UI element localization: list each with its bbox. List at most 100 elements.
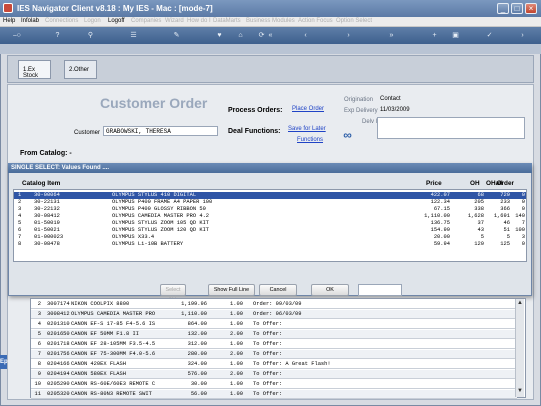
line-code: 0201718: [47, 341, 70, 347]
place-order-link[interactable]: Place Order: [292, 106, 324, 112]
back-icon[interactable]: «: [266, 31, 275, 40]
show-full-line-button[interactable]: Show Full Line: [208, 284, 255, 296]
item-order: 140: [515, 213, 525, 219]
order-line-row[interactable]: 2 3007174 NIKON COOLPIX 8800 1,199.96 1.00 Or…: [31, 300, 517, 309]
line-price: 312.00: [187, 341, 207, 347]
order-lines-grid: 2 3007174 NIKON COOLPIX 8800 1,199.96 1.00 Or…: [30, 298, 526, 399]
order-line-row[interactable]: 10 0205290 CANON RS-60E/60E3 REMOTE C 30.00…: [31, 380, 517, 389]
order-line-row[interactable]: 9 0204194 CANON 580EX FLASH 576.00 2.00 To Of…: [31, 370, 517, 379]
list-icon[interactable]: ☰: [129, 31, 138, 40]
line-quantity: 2.00: [230, 371, 243, 377]
edit-icon[interactable]: ✎: [172, 31, 181, 40]
item-description: OLYMPUS Li-10B BATTERY: [112, 241, 184, 247]
next-icon[interactable]: ›: [518, 31, 527, 40]
menu-logoff[interactable]: Logoff: [108, 18, 125, 24]
row-number: 7: [18, 234, 22, 240]
functions-link[interactable]: Functions: [297, 137, 323, 143]
delivery-instructions-field[interactable]: [377, 117, 525, 139]
customer-field[interactable]: GRABOWSKI, THERESA: [103, 126, 218, 136]
order-line-row[interactable]: 7 0201756 CANON EF 75-300MM F4.0-5.6 280.00…: [31, 350, 517, 359]
item-price: 422.07: [430, 192, 450, 198]
line-note: To Offer:: [253, 331, 283, 337]
order-line-row[interactable]: 11 0205320 CANON RS-80N3 REMOTE SWIT 56.00 1…: [31, 390, 517, 399]
row-number: 6: [18, 227, 22, 233]
column-header-oh: OH: [470, 180, 480, 187]
maximize-button[interactable]: □: [511, 3, 523, 14]
line-note: To Offer:: [253, 321, 283, 327]
line-note: To Offer:: [253, 351, 283, 357]
item-code: 30-08412: [34, 213, 60, 219]
line-description: NIKON COOLPIX 8800: [71, 301, 130, 307]
menu-connections[interactable]: Connections: [45, 18, 78, 24]
menu-datamarts[interactable]: DataMarts: [213, 18, 241, 24]
row-number: 1: [18, 192, 22, 198]
menu-action-focus[interactable]: Action Focus: [298, 18, 333, 24]
line-note: To Offer:: [253, 391, 283, 397]
line-description: CANON 420EX FLASH: [71, 361, 126, 367]
ok-button[interactable]: OK: [311, 284, 349, 296]
quantity-input[interactable]: [358, 284, 402, 296]
save-icon[interactable]: ▣: [451, 31, 460, 40]
result-row[interactable]: 4 30-08412 OLYMPUS CAMEDIA MASTER PRO 4.2 1…: [14, 213, 526, 220]
result-row[interactable]: 5 01-50019 OLYMPUS STYLUS ZOOM 105 QD KIT 1…: [14, 220, 526, 227]
scroll-up-arrow-icon[interactable]: ▲: [516, 299, 524, 307]
result-row[interactable]: 6 01-50021 OLYMPUS STYLUS ZOOM 120 QD KIT 1…: [14, 227, 526, 234]
order-line-row[interactable]: 6 0201718 CANON EF 28-105MM F3.5-4.5 312.00…: [31, 340, 517, 349]
select-all-button[interactable]: Select ALL: [160, 284, 186, 303]
exp-delivery-value[interactable]: 11/03/2009: [380, 107, 410, 113]
order-line-row[interactable]: 5 0201650 CANON EF 50MM F1.8 II 132.00 2.00 T…: [31, 330, 517, 339]
order-line-row[interactable]: 8 0204166 CANON 420EX FLASH 324.00 1.00 To Of…: [31, 360, 517, 369]
result-row[interactable]: 1 30-00064 OLYMPUS STYLUS 410 DIGITAL 422.0…: [14, 192, 526, 199]
tab-other[interactable]: 2.Other: [64, 60, 97, 79]
forward-icon[interactable]: »: [387, 31, 396, 40]
order-line-row[interactable]: 4 0201310 CANON EF-S 17-85 F4-5.6 IS 864.00…: [31, 320, 517, 329]
tab-ex-stock[interactable]: 1.Ex Stock: [18, 60, 51, 79]
result-row[interactable]: 3 30-22132 OLYMPUS P400 GLOSSY RIBBON 50 67…: [14, 206, 526, 213]
confirm-icon[interactable]: ✓: [485, 31, 494, 40]
close-button[interactable]: ×: [525, 3, 537, 14]
menu-wizard[interactable]: Wizard: [165, 18, 184, 24]
menu-logon[interactable]: Logon: [84, 18, 101, 24]
grid-scrollbar[interactable]: ▲ ▼: [515, 299, 524, 397]
menu-infolab[interactable]: Infolab: [21, 18, 39, 24]
add-icon[interactable]: +: [430, 31, 439, 40]
refresh-icon[interactable]: ⟳: [257, 31, 266, 40]
result-row[interactable]: 8 30-08478 OLYMPUS Li-10B BATTERY 59.94 120 1…: [14, 241, 526, 248]
line-price: 56.00: [190, 391, 207, 397]
favorite-icon[interactable]: ♥: [215, 31, 224, 40]
item-price: 1,110.00: [424, 213, 450, 219]
line-note: To Offer:: [253, 341, 283, 347]
item-order: 0: [521, 192, 525, 198]
cancel-button[interactable]: Cancel: [259, 284, 297, 296]
line-price: 576.00: [187, 371, 207, 377]
save-for-later-link[interactable]: Save for Later: [288, 126, 326, 132]
line-code: 0204166: [47, 361, 70, 367]
home-icon[interactable]: ⌂: [236, 31, 245, 40]
link-icon[interactable]: ∞: [339, 128, 356, 143]
help-icon[interactable]: ?: [53, 31, 62, 40]
line-price: 1,110.00: [181, 311, 207, 317]
line-price: 132.00: [187, 331, 207, 337]
minimize-button[interactable]: _: [497, 3, 509, 14]
menu-companies[interactable]: Companies: [131, 18, 161, 24]
item-description: OLYMPUS P400 FRAME A4 PAPER 100: [112, 199, 213, 205]
line-code: 0205290: [47, 381, 70, 387]
back-icon[interactable]: ‹: [301, 31, 310, 40]
scroll-down-arrow-icon[interactable]: ▼: [516, 387, 524, 395]
line-quantity: 1.00: [230, 381, 243, 387]
forward-icon[interactable]: ›: [344, 31, 353, 40]
result-row[interactable]: 2 30-22131 OLYMPUS P400 FRAME A4 PAPER 100…: [14, 199, 526, 206]
menu-option-select[interactable]: Option Select: [336, 18, 372, 24]
menu-help[interactable]: Help: [3, 18, 15, 24]
search-icon[interactable]: ⚲: [86, 31, 95, 40]
menu-business-modules[interactable]: Business Modules: [246, 18, 295, 24]
key-icon[interactable]: ⎯○: [10, 31, 24, 40]
toolbar: ⎯○ ? ⚲ ☰ ✎ ♥ ⌂ ⟳ « ‹ › » + ▣ ✓ ›: [0, 27, 541, 44]
item-order: 7: [521, 220, 525, 226]
menu-how-do-i[interactable]: How do I: [187, 18, 211, 24]
item-code: 01-000023: [34, 234, 64, 240]
order-line-row[interactable]: 3 3008412 OLYMPUS CAMEDIA MASTER PRO 1,110.…: [31, 310, 517, 319]
result-row[interactable]: 7 01-000023 OLYMPUS X33.4 20.00 5 5 3: [14, 234, 526, 241]
side-panel-tab[interactable]: Ep: [0, 355, 8, 369]
item-oh: 205: [474, 199, 484, 205]
